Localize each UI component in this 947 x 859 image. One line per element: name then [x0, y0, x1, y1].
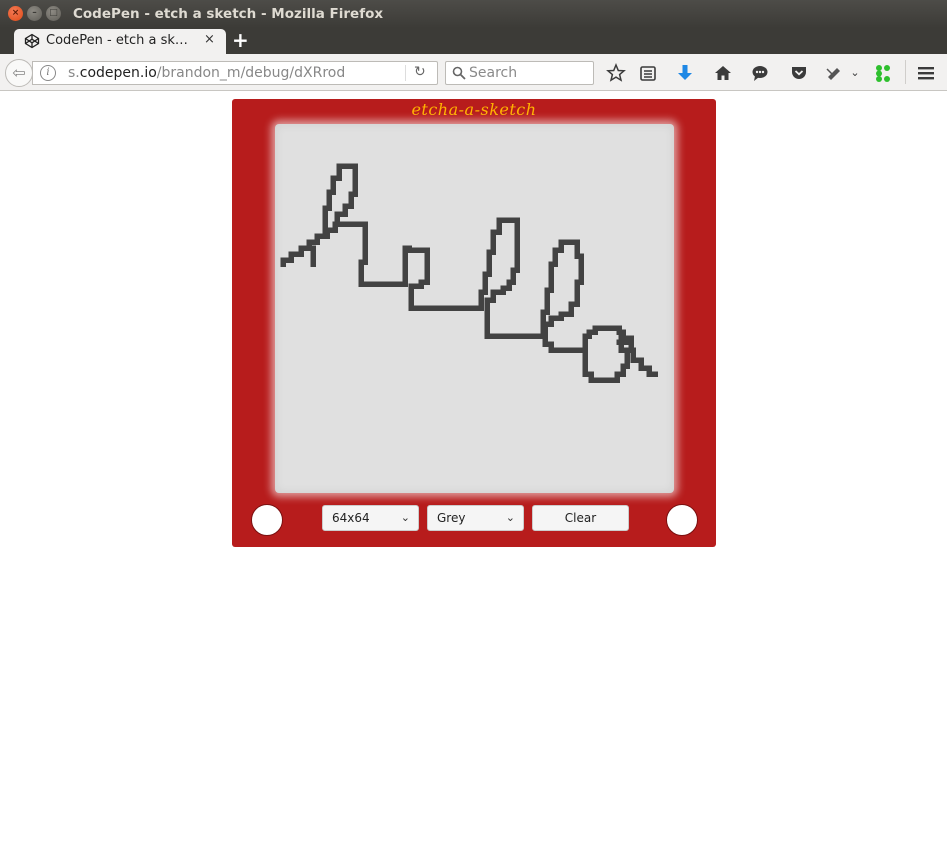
star-icon[interactable]	[606, 63, 626, 83]
sketch-drawing	[280, 163, 658, 383]
left-knob[interactable]	[251, 504, 283, 536]
new-tab-button[interactable]: +	[232, 29, 249, 51]
search-bar[interactable]: Search	[445, 61, 594, 85]
url-text[interactable]: s.codepen.io/brandon_m/debug/dXRrod	[68, 65, 345, 81]
url-path: /brandon_m/debug/dXRrod	[156, 65, 346, 81]
clear-button[interactable]: Clear	[532, 505, 629, 531]
apps-icon[interactable]	[873, 63, 893, 83]
search-icon	[452, 66, 466, 80]
right-knob[interactable]	[666, 504, 698, 536]
tab-close-icon[interactable]: ×	[204, 32, 215, 47]
grid-size-select[interactable]: 64x64 ⌄	[322, 505, 419, 531]
toolbar-separator	[905, 60, 906, 84]
back-button[interactable]: ⇦	[5, 59, 33, 87]
window-close-button[interactable]: ×	[8, 6, 23, 21]
chevron-down-icon: ⌄	[505, 511, 515, 524]
window-title: CodePen - etch a sketch - Mozilla Firefo…	[73, 6, 384, 22]
reader-list-icon[interactable]	[638, 63, 658, 83]
extension-icon[interactable]	[825, 63, 845, 83]
tab-strip: CodePen - etch a sk… × +	[0, 28, 947, 55]
tab-title: CodePen - etch a sk…	[46, 33, 188, 48]
chat-icon[interactable]	[750, 63, 770, 83]
home-icon[interactable]	[713, 63, 733, 83]
url-separator	[405, 65, 406, 81]
url-bar[interactable]: i s.codepen.io/brandon_m/debug/dXRrod ↻	[32, 61, 438, 85]
window-titlebar: × – □ CodePen - etch a sketch - Mozilla …	[0, 0, 947, 28]
codepen-icon	[24, 33, 40, 49]
pocket-icon[interactable]	[789, 63, 809, 83]
etch-a-sketch-frame: etcha-a-sketch 64x64 ⌄ Grey ⌄ Clear	[232, 99, 716, 547]
tab-codepen[interactable]: CodePen - etch a sk… ×	[14, 29, 226, 55]
drawing-screen[interactable]	[275, 124, 674, 493]
site-info-icon[interactable]: i	[40, 65, 56, 81]
window-minimize-button[interactable]: –	[27, 6, 42, 21]
search-placeholder: Search	[469, 65, 518, 81]
navigation-toolbar: ⇦ i s.codepen.io/brandon_m/debug/dXRrod …	[0, 54, 947, 91]
download-icon[interactable]	[675, 63, 695, 83]
app-title: etcha-a-sketch	[411, 100, 537, 119]
extension-dropdown-icon[interactable]: ⌄	[845, 63, 865, 83]
grid-size-value: 64x64	[332, 511, 370, 525]
reload-icon[interactable]: ↻	[414, 64, 426, 80]
color-mode-select[interactable]: Grey ⌄	[427, 505, 524, 531]
chevron-down-icon: ⌄	[400, 511, 410, 524]
window-maximize-button[interactable]: □	[46, 6, 61, 21]
color-mode-value: Grey	[437, 511, 466, 525]
url-domain: codepen.io	[79, 65, 157, 81]
menu-icon[interactable]	[916, 63, 936, 83]
url-prefix: s.	[68, 65, 80, 81]
